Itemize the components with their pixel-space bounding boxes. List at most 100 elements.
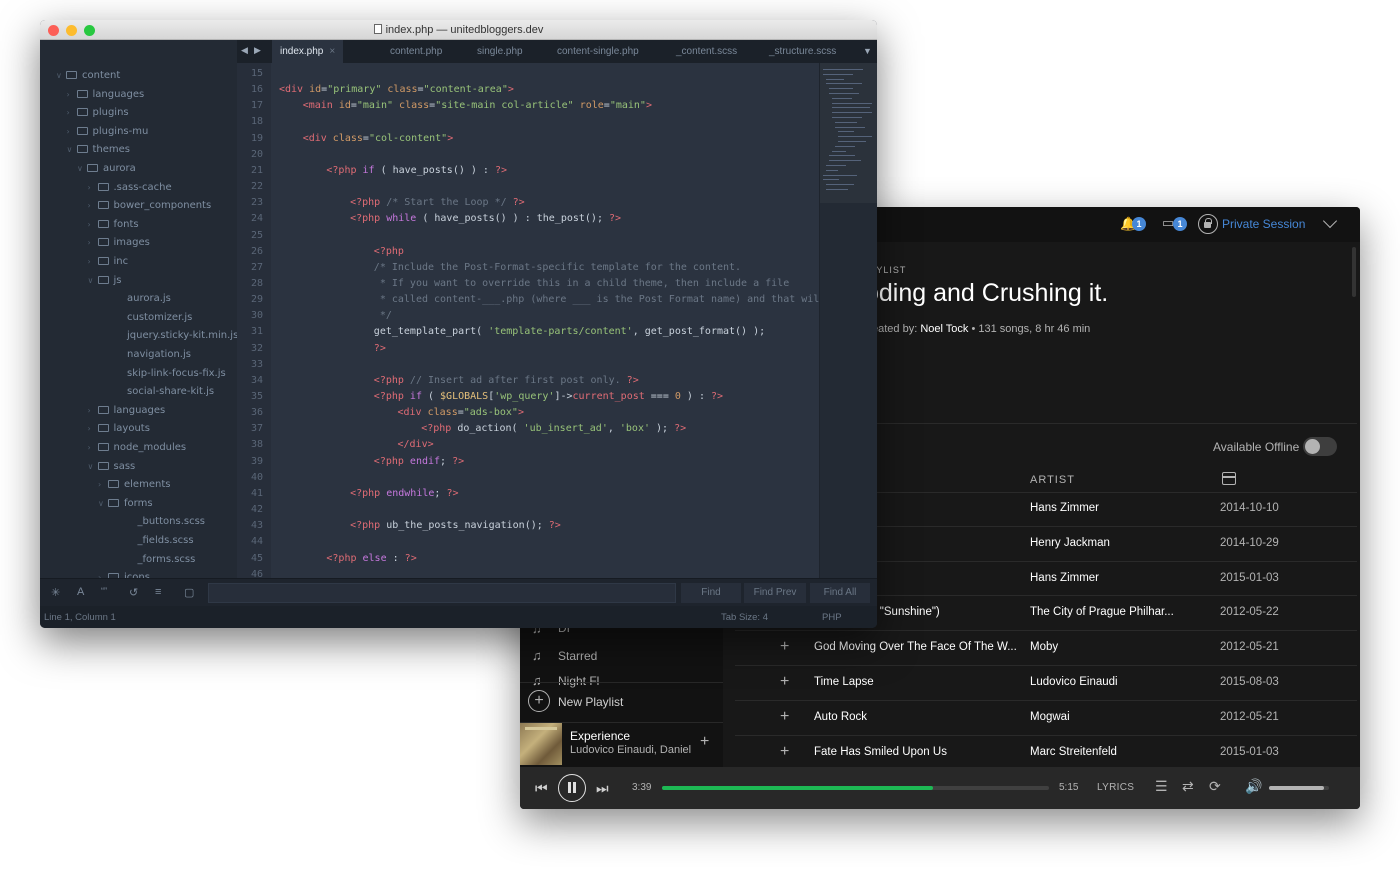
track-row[interactable]: + Time Lapse Ludovico Einaudi 2015-08-03 xyxy=(735,666,1357,701)
scrollbar[interactable] xyxy=(1352,247,1356,297)
now-playing-artist[interactable]: Ludovico Einaudi, Daniel xyxy=(570,744,692,756)
private-session-label[interactable]: Private Session xyxy=(1222,217,1305,231)
case-icon[interactable]: A xyxy=(77,586,84,598)
track-title[interactable]: Auto Rock xyxy=(814,711,1020,723)
tab-structure-scss[interactable]: _structure.scss xyxy=(769,40,836,63)
syntax-selector[interactable]: PHP xyxy=(822,612,842,623)
tree-folder[interactable]: › elements xyxy=(98,479,170,490)
tree-folder[interactable]: ∨ content xyxy=(56,70,120,81)
tree-file[interactable]: aurora.js xyxy=(127,293,171,304)
add-icon[interactable]: + xyxy=(780,708,789,726)
tab-menu-icon[interactable]: ▼ xyxy=(863,46,872,56)
tab-size-selector[interactable]: Tab Size: 4 xyxy=(721,612,768,623)
chevron-right-icon[interactable]: › xyxy=(67,108,77,117)
chevron-down-icon[interactable]: ∨ xyxy=(56,71,66,80)
track-artist[interactable]: Mogwai xyxy=(1030,711,1180,723)
tree-folder[interactable]: › inc xyxy=(88,256,129,267)
chevron-right-icon[interactable]: › xyxy=(98,480,108,489)
tree-folder[interactable]: › plugins xyxy=(67,107,129,118)
track-row[interactable]: + God Moving Over The Face Of The W... Mob… xyxy=(735,631,1357,666)
tree-file[interactable]: social-share-kit.js xyxy=(127,386,214,397)
album-art[interactable] xyxy=(520,723,562,765)
tab-single-php[interactable]: single.php xyxy=(477,40,523,63)
now-playing-track[interactable]: Experience xyxy=(570,729,630,743)
track-artist[interactable]: Marc Streitenfeld xyxy=(1030,746,1180,758)
tree-folder[interactable]: ∨ themes xyxy=(67,144,131,155)
tree-file[interactable]: jquery.sticky-kit.min.js xyxy=(127,330,237,341)
find-all-button[interactable]: Find All xyxy=(810,583,870,603)
tab-index-php[interactable]: index.php × xyxy=(272,40,344,63)
track-artist[interactable]: The City of Prague Philhar... xyxy=(1030,606,1180,618)
code-editor[interactable]: 15 16 17 18 19 20 21 22 23 24 25 26 27 28 29 30 31 32 33 34… xyxy=(237,63,819,578)
find-input[interactable] xyxy=(208,583,676,603)
sidebar-item-starred[interactable]: Starred xyxy=(558,649,597,663)
tree-file[interactable]: _forms.scss xyxy=(138,554,196,565)
chevron-right-icon[interactable]: › xyxy=(67,127,77,136)
chevron-right-icon[interactable]: › xyxy=(88,424,98,433)
tab-content-single-php[interactable]: content-single.php xyxy=(557,40,639,63)
queue-icon[interactable]: ☰ xyxy=(1155,778,1168,795)
next-track-icon[interactable]: ⏭ xyxy=(596,780,609,797)
tree-file[interactable]: _fields.scss xyxy=(138,535,194,546)
chevron-right-icon[interactable]: › xyxy=(88,201,98,210)
available-offline-toggle[interactable] xyxy=(1303,437,1337,456)
tree-folder[interactable]: › .sass-cache xyxy=(88,182,172,193)
tree-folder[interactable]: › layouts xyxy=(88,423,150,434)
chevron-down-icon[interactable]: ∨ xyxy=(88,276,98,285)
track-title[interactable]: Fate Has Smiled Upon Us xyxy=(814,746,1020,758)
tree-file[interactable]: navigation.js xyxy=(127,349,191,360)
pause-button[interactable] xyxy=(558,774,586,802)
tree-folder[interactable]: › node_modules xyxy=(88,442,187,453)
chevron-right-icon[interactable]: › xyxy=(88,443,98,452)
minimap[interactable] xyxy=(819,63,877,578)
track-row[interactable]: + Fate Has Smiled Upon Us Marc Streitenfel… xyxy=(735,736,1357,771)
lyrics-button[interactable]: LYRICS xyxy=(1097,782,1134,793)
tree-folder[interactable]: › bower_components xyxy=(88,200,212,211)
whole-word-icon[interactable]: “” xyxy=(101,586,107,596)
track-artist[interactable]: Ludovico Einaudi xyxy=(1030,676,1180,688)
track-row[interactable]: + Auto Rock Mogwai 2012-05-21 xyxy=(735,701,1357,736)
lock-icon[interactable] xyxy=(1198,214,1218,234)
add-icon[interactable]: + xyxy=(700,733,709,751)
chevron-right-icon[interactable]: › xyxy=(88,238,98,247)
add-icon[interactable]: + xyxy=(780,743,789,761)
calendar-icon[interactable] xyxy=(1222,472,1236,485)
tree-folder[interactable]: › images xyxy=(88,237,150,248)
chevron-right-icon[interactable]: › xyxy=(88,220,98,229)
tree-folder[interactable]: › fonts xyxy=(88,219,139,230)
track-artist[interactable]: Hans Zimmer xyxy=(1030,572,1180,584)
tab-content-scss[interactable]: _content.scss xyxy=(676,40,737,63)
track-artist[interactable]: Moby xyxy=(1030,641,1180,653)
wrap-icon[interactable]: ↺ xyxy=(129,586,138,599)
tree-folder[interactable]: › languages xyxy=(88,405,166,416)
track-artist[interactable]: Henry Jackman xyxy=(1030,537,1180,549)
playlist-owner[interactable]: Noel Tock xyxy=(920,323,968,335)
previous-track-icon[interactable]: ⏮ xyxy=(535,780,548,797)
tab-content-php[interactable]: content.php xyxy=(390,40,442,63)
tree-folder[interactable]: ∨ sass xyxy=(88,461,136,472)
chevron-down-icon[interactable] xyxy=(1322,213,1338,229)
tree-folder[interactable]: › plugins-mu xyxy=(67,126,149,137)
chevron-down-icon[interactable]: ∨ xyxy=(77,164,87,173)
regex-icon[interactable]: ✳ xyxy=(51,586,60,599)
tree-file[interactable]: _buttons.scss xyxy=(138,516,206,527)
track-title[interactable]: Time Lapse xyxy=(814,676,1020,688)
track-title[interactable]: God Moving Over The Face Of The W... xyxy=(814,641,1020,653)
chevron-down-icon[interactable]: ∨ xyxy=(88,462,98,471)
progress-bar[interactable] xyxy=(662,786,1049,790)
track-artist[interactable]: Hans Zimmer xyxy=(1030,502,1180,514)
chevron-down-icon[interactable]: ∨ xyxy=(67,145,77,154)
chevron-down-icon[interactable]: ∨ xyxy=(98,499,108,508)
highlight-icon[interactable]: ▢ xyxy=(184,586,194,599)
tree-file[interactable]: skip-link-focus-fix.js xyxy=(127,368,226,379)
volume-slider[interactable] xyxy=(1269,786,1329,790)
shuffle-icon[interactable]: ⇄ xyxy=(1182,778,1194,795)
column-artist[interactable]: ARTIST xyxy=(1030,474,1075,486)
tab-prev-icon[interactable]: ◀ xyxy=(241,45,248,56)
add-icon[interactable]: + xyxy=(780,638,789,656)
volume-icon[interactable]: 🔊 xyxy=(1245,778,1262,795)
tree-folder[interactable]: › languages xyxy=(67,89,145,100)
add-playlist-icon[interactable]: + xyxy=(528,690,550,712)
chevron-right-icon[interactable]: › xyxy=(67,90,77,99)
chevron-right-icon[interactable]: › xyxy=(88,257,98,266)
